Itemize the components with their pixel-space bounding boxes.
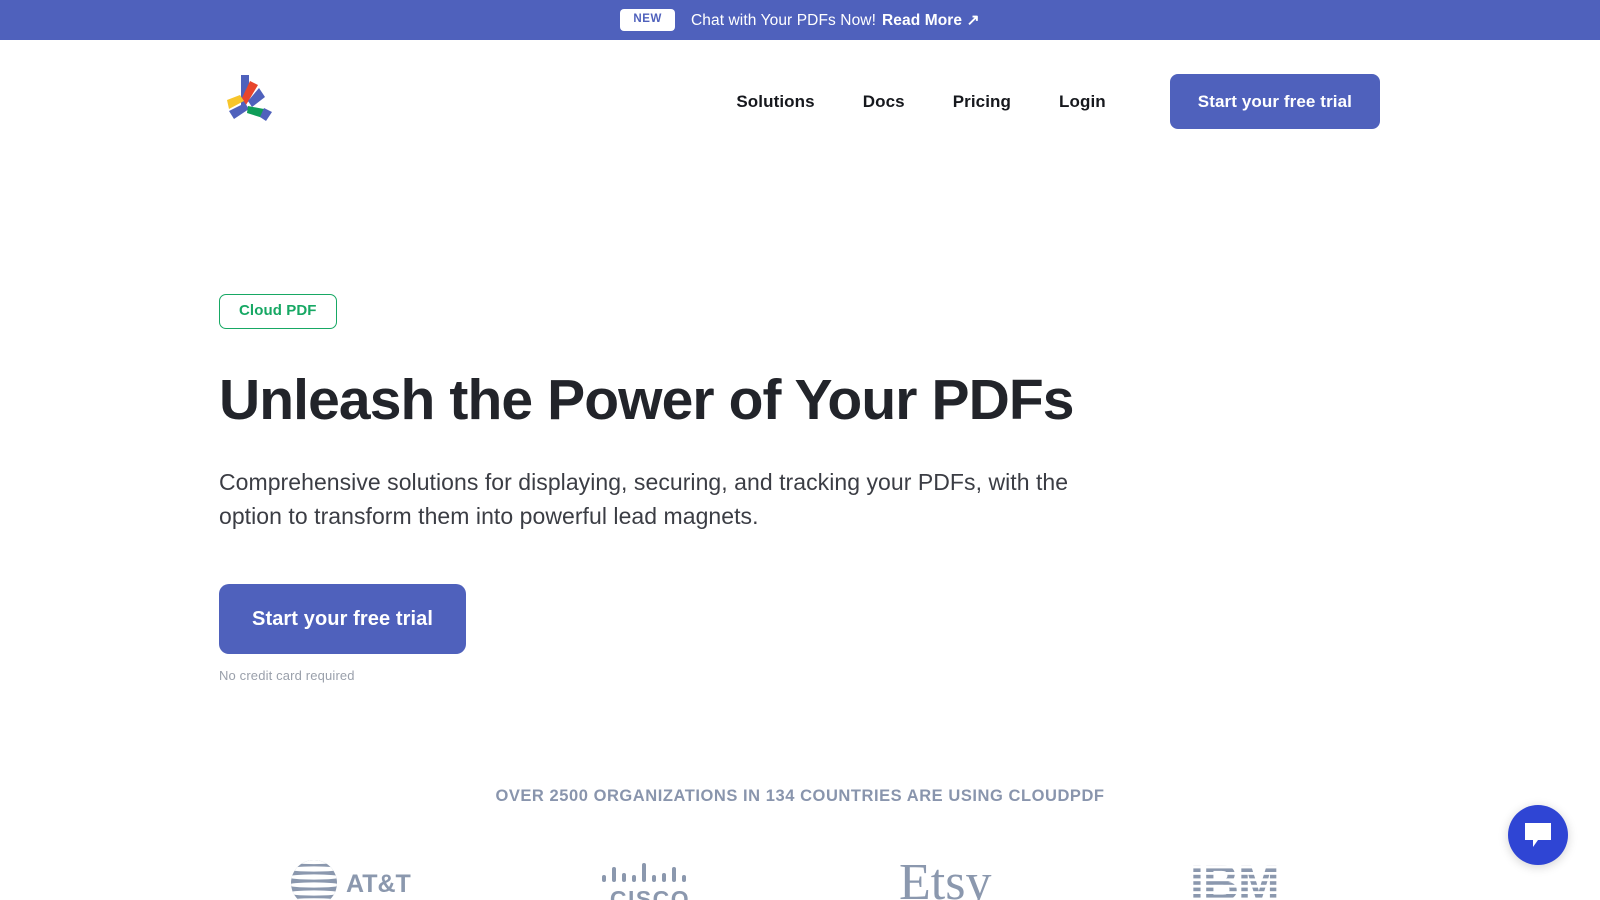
new-badge: NEW	[620, 9, 675, 31]
cisco-logo: CISCO	[500, 848, 800, 900]
svg-text:IBM: IBM	[1190, 858, 1279, 900]
announcement-bar: NEW Chat with Your PDFs Now! Read More ↗	[0, 0, 1600, 40]
ibm-logo: IBM	[1100, 848, 1400, 900]
etsy-logo-icon: Etsy	[899, 855, 991, 900]
nav-item-login[interactable]: Login	[1035, 92, 1130, 112]
hero-start-free-trial-button[interactable]: Start your free trial	[219, 584, 467, 655]
att-logo-icon: AT&T	[290, 860, 411, 900]
ibm-logo-icon: IBM	[1190, 858, 1280, 900]
nav-item-solutions[interactable]: Solutions	[712, 92, 838, 112]
cloudpdf-logo-icon	[227, 74, 272, 121]
nav-item-pricing[interactable]: Pricing	[929, 92, 1035, 112]
social-proof-section: OVER 2500 ORGANIZATIONS IN 134 COUNTRIES…	[0, 787, 1600, 900]
nav-item-docs[interactable]: Docs	[839, 92, 929, 112]
chat-bubble-icon	[1525, 823, 1551, 847]
etsy-logo: Etsy	[800, 848, 1100, 900]
header-start-free-trial-button[interactable]: Start your free trial	[1169, 74, 1380, 129]
main-navigation: Solutions Docs Pricing Login Start your …	[712, 74, 1380, 129]
hero-subtitle: Comprehensive solutions for displaying, …	[219, 469, 1069, 530]
announcement-content: NEW Chat with Your PDFs Now! Read More ↗	[620, 9, 980, 31]
cisco-logo-icon: CISCO	[602, 863, 690, 900]
cloudpdf-logo[interactable]	[219, 71, 279, 133]
hero-category-badge: Cloud PDF	[219, 294, 337, 329]
svg-text:AT&T: AT&T	[346, 870, 411, 898]
svg-text:Etsy: Etsy	[899, 855, 991, 900]
hero-title: Unleash the Power of Your PDFs	[219, 367, 1074, 432]
hero-section: Cloud PDF Unleash the Power of Your PDFs…	[0, 163, 1600, 900]
customer-logo-row: AT&T CISCO Etsy IBM	[0, 848, 1600, 900]
social-proof-headline: OVER 2500 ORGANIZATIONS IN 134 COUNTRIES…	[495, 787, 1105, 806]
announcement-read-more-link[interactable]: Read More ↗	[882, 12, 980, 29]
att-logo: AT&T	[200, 848, 500, 900]
chat-widget-button[interactable]	[1508, 805, 1568, 865]
site-header: Solutions Docs Pricing Login Start your …	[0, 40, 1600, 163]
announcement-group: Chat with Your PDFs Now! Read More ↗	[691, 11, 980, 30]
svg-text:CISCO: CISCO	[610, 886, 690, 900]
hero-fine-print: No credit card required	[219, 668, 355, 684]
announcement-text: Chat with Your PDFs Now!	[690, 11, 877, 29]
